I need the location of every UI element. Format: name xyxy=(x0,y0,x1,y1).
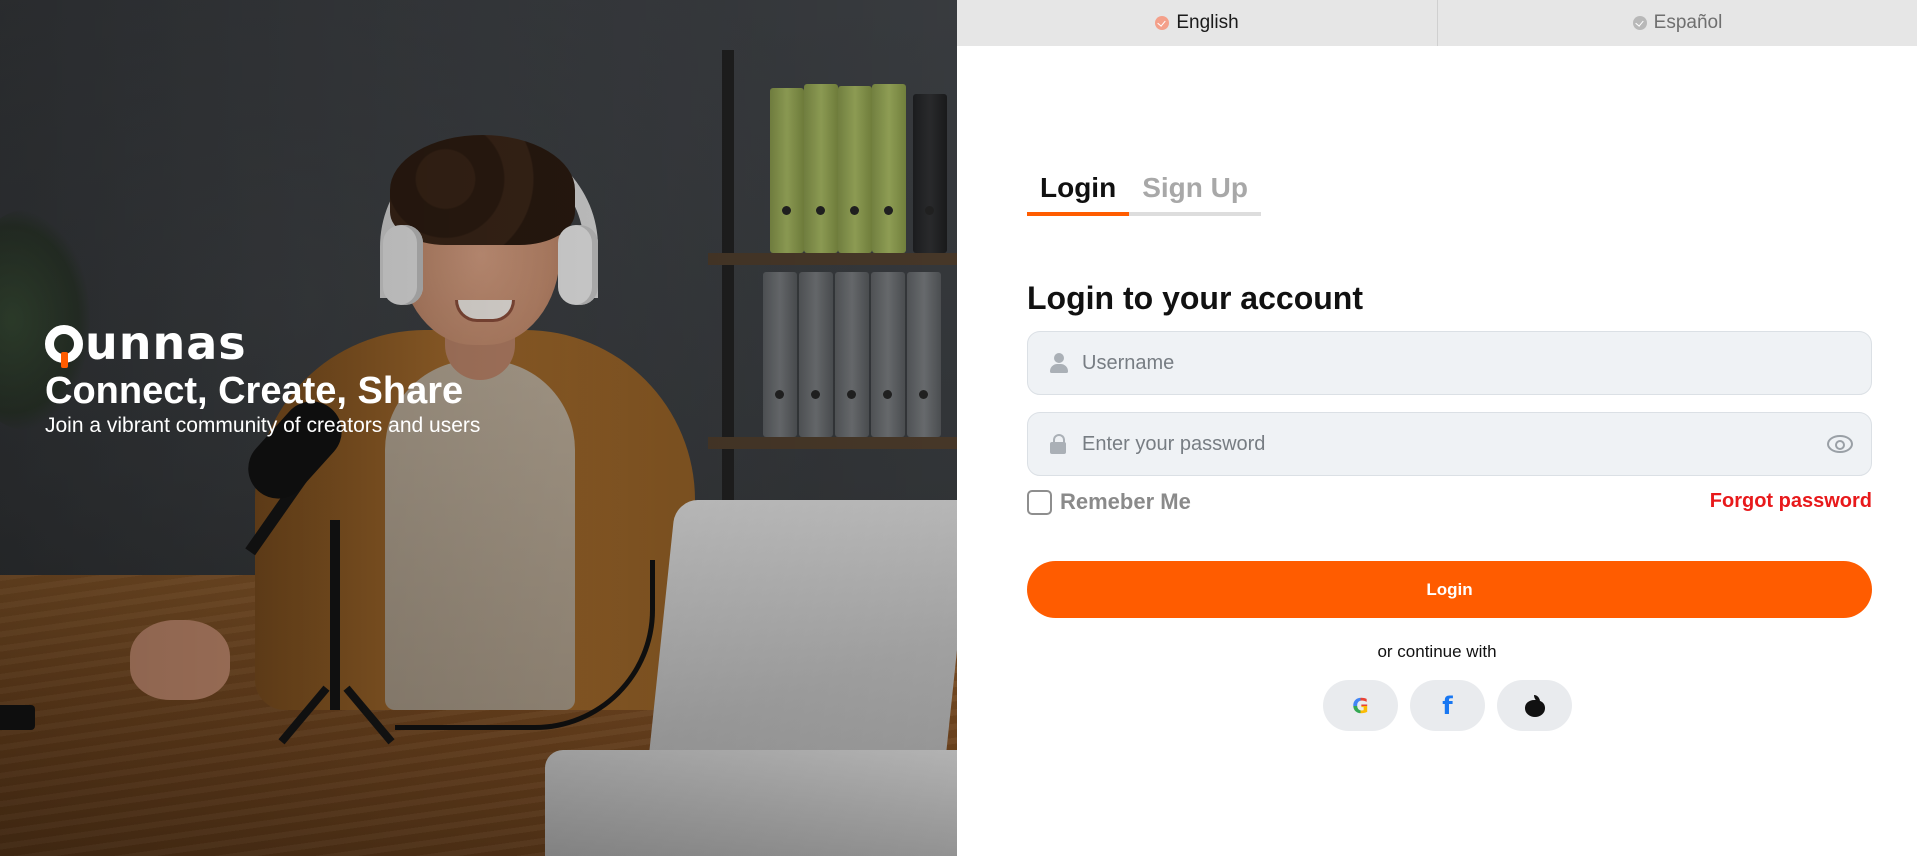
login-button[interactable]: Login xyxy=(1027,561,1872,618)
tab-sign-up[interactable]: Sign Up xyxy=(1129,166,1261,216)
remember-me-checkbox[interactable] xyxy=(1027,489,1052,515)
username-input[interactable] xyxy=(1082,333,1871,393)
brand-logo: unnas xyxy=(45,316,480,370)
auth-tabs: Login Sign Up xyxy=(1027,166,1261,216)
hero-panel: unnas Connect, Create, Share Join a vibr… xyxy=(0,0,957,856)
facebook-icon: f xyxy=(1442,691,1453,720)
continue-with-text: or continue with xyxy=(1377,642,1497,661)
brand-logo-text: unnas xyxy=(85,316,247,370)
remember-me-label: Remeber Me xyxy=(1060,489,1191,514)
brand-logo-icon xyxy=(45,325,83,368)
language-option-spanish[interactable]: Español xyxy=(1437,0,1917,46)
social-login-buttons: G f xyxy=(1323,680,1572,731)
tab-login[interactable]: Login xyxy=(1027,166,1130,216)
check-circle-icon xyxy=(1155,16,1170,30)
form-title: Login to your account xyxy=(1027,280,1363,316)
password-input[interactable] xyxy=(1082,414,1827,474)
facebook-login-button[interactable]: f xyxy=(1410,680,1485,731)
username-field-wrapper xyxy=(1027,331,1872,395)
language-option-label: Español xyxy=(1653,12,1723,33)
hero-title: Connect, Create, Share xyxy=(45,370,464,412)
lock-icon xyxy=(1048,433,1070,455)
apple-icon xyxy=(1524,694,1545,717)
remember-me[interactable]: Remeber Me xyxy=(1027,489,1191,515)
google-login-button[interactable]: G xyxy=(1323,680,1398,731)
google-icon: G xyxy=(1352,693,1369,718)
user-icon xyxy=(1048,352,1070,374)
show-password-eye-icon[interactable] xyxy=(1827,435,1853,453)
language-option-english[interactable]: English xyxy=(957,0,1437,46)
language-option-label: English xyxy=(1176,12,1239,33)
check-circle-icon xyxy=(1632,16,1647,30)
hero-text: unnas Connect, Create, Share Join a vibr… xyxy=(45,320,480,440)
auth-panel: English Español Login Sign Up Login to y… xyxy=(957,0,1917,856)
language-switcher: English Español xyxy=(957,0,1917,46)
apple-login-button[interactable] xyxy=(1497,680,1572,731)
forgot-password-link[interactable]: Forgot password xyxy=(1710,490,1872,513)
hero-subtitle: Join a vibrant community of creators and… xyxy=(45,414,481,437)
password-field-wrapper xyxy=(1027,412,1872,476)
